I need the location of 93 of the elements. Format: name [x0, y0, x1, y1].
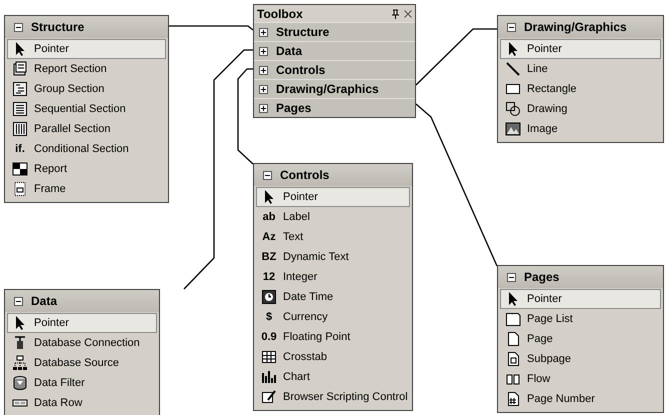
panel-title: Controls	[280, 167, 330, 184]
category-label: Data	[276, 43, 302, 60]
toolbox-item[interactable]: Browser Scripting Control	[256, 387, 410, 407]
toolbox-item[interactable]: Subpage	[500, 349, 661, 369]
toolbox-item[interactable]: ab Label	[256, 207, 410, 227]
subpage-icon	[505, 351, 521, 367]
expand-icon[interactable]	[259, 66, 268, 74]
toolbox-item[interactable]: Date Time	[256, 287, 410, 307]
toolbox-item[interactable]: Pointer	[500, 289, 661, 309]
source-icon	[12, 355, 28, 371]
category-label: Drawing/Graphics	[276, 81, 379, 98]
toolbox-item[interactable]: Crosstab	[256, 347, 410, 367]
expand-icon[interactable]	[259, 46, 268, 56]
toolbox-item[interactable]: Image	[500, 119, 661, 139]
toolbox-item[interactable]: BZ Dynamic Text	[256, 247, 410, 267]
glyph-icon: 0.9	[260, 332, 278, 342]
glyph-icon: if.	[11, 144, 29, 154]
line-icon	[505, 61, 521, 77]
collapse-icon[interactable]	[14, 22, 23, 32]
toolbox-item[interactable]: Group Section	[7, 79, 166, 99]
crosstab-icon	[261, 349, 277, 365]
panel-header[interactable]: Structure	[5, 16, 168, 38]
glyph-icon: 12	[260, 272, 278, 282]
reportsection-icon	[12, 61, 28, 77]
toolbox-item[interactable]: Flow	[500, 369, 661, 389]
toolbox-item[interactable]: Page Number	[500, 389, 661, 409]
collapse-icon[interactable]	[14, 296, 23, 306]
toolbox-item[interactable]: Database Connection	[7, 333, 157, 353]
toolbox-item[interactable]: Parallel Section	[7, 119, 166, 139]
close-icon[interactable]	[404, 10, 412, 18]
category-label: Structure	[276, 24, 330, 41]
datetime-icon	[261, 289, 277, 305]
toolbox-item[interactable]: Pointer	[7, 39, 166, 59]
window-title: Toolbox	[257, 6, 303, 22]
toolbox-item[interactable]: Pointer	[7, 313, 157, 333]
connection-icon	[12, 335, 28, 351]
panel-title: Structure	[31, 19, 84, 36]
filter-icon	[12, 375, 28, 391]
expand-icon[interactable]	[259, 84, 268, 94]
image-icon	[505, 121, 521, 137]
collapse-icon[interactable]	[507, 272, 516, 282]
panel-header[interactable]: Drawing/Graphics	[498, 16, 663, 38]
glyph-icon: ab	[260, 212, 278, 222]
toolbox-item[interactable]: Pointer	[256, 187, 410, 207]
panel-title: Drawing/Graphics	[524, 19, 627, 36]
drawing-icon	[505, 101, 521, 117]
chart-icon	[261, 369, 277, 385]
toolbox-item[interactable]: Pointer	[500, 39, 661, 59]
pin-icon[interactable]	[391, 8, 400, 18]
pagenumber-icon	[505, 391, 521, 407]
parallel-icon	[12, 121, 28, 137]
frame-icon	[12, 181, 28, 197]
collapse-icon[interactable]	[263, 170, 272, 180]
pagelist-icon	[505, 311, 521, 327]
toolbox-item[interactable]: Page	[500, 329, 661, 349]
toolbox-item[interactable]: Az Text	[256, 227, 410, 247]
toolbox-item[interactable]: Database Source	[7, 353, 157, 373]
expand-icon[interactable]	[259, 28, 268, 36]
toolbox-item[interactable]: 12 Integer	[256, 267, 410, 287]
toolbox-item[interactable]: if. Conditional Section	[7, 139, 166, 159]
panel-title: Pages	[524, 269, 560, 286]
panel-header[interactable]: Controls	[254, 164, 412, 186]
category-row[interactable]: Pages	[254, 98, 415, 117]
panel-header[interactable]: Data	[5, 290, 159, 312]
toolbox-item[interactable]: Data Filter	[7, 373, 157, 393]
category-row[interactable]: Drawing/Graphics	[254, 79, 415, 98]
panel-title: Data	[31, 293, 58, 310]
page-icon	[505, 331, 521, 347]
toolbox-item[interactable]: Data Row	[7, 393, 157, 413]
rectangle-icon	[505, 81, 521, 97]
category-label: Controls	[276, 62, 326, 79]
groupsection-icon	[12, 81, 28, 97]
glyph-icon: $	[260, 312, 278, 322]
toolbox-item[interactable]: Report Section	[7, 59, 166, 79]
toolbox-item[interactable]: Rectangle	[500, 79, 661, 99]
toolbox-item[interactable]: Report	[7, 159, 166, 179]
report-icon	[12, 161, 28, 177]
panel-header[interactable]: Pages	[498, 266, 663, 288]
glyph-icon: Az	[260, 232, 278, 242]
toolbox-item[interactable]: Line	[500, 59, 661, 79]
toolbox-item[interactable]: 0.9 Floating Point	[256, 327, 410, 347]
toolbox-item[interactable]: Drawing	[500, 99, 661, 119]
expand-icon[interactable]	[259, 104, 268, 112]
toolbox-item[interactable]: Page List	[500, 309, 661, 329]
sequential-icon	[12, 101, 28, 117]
toolbox-item[interactable]: Frame	[7, 179, 166, 199]
toolbox-item[interactable]: $ Currency	[256, 307, 410, 327]
glyph-icon: BZ	[260, 252, 278, 262]
toolbox-item[interactable]: Sequential Section	[7, 99, 166, 119]
script-icon	[261, 389, 277, 405]
collapse-icon[interactable]	[507, 22, 516, 32]
category-label: Pages	[276, 100, 312, 117]
toolbox-item[interactable]: Chart	[256, 367, 410, 387]
